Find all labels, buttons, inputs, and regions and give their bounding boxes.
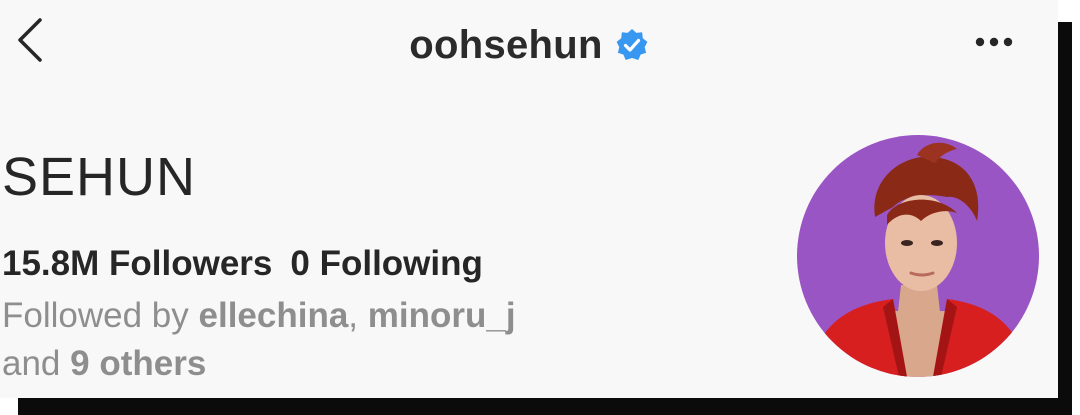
followed-by-and: and	[2, 344, 61, 383]
display-name: SEHUN	[2, 147, 197, 207]
following-count: 0	[290, 244, 310, 283]
profile-card: oohsehun SEHUN 15.8M Followers 0 Followin…	[0, 0, 1058, 398]
profile-header: oohsehun	[0, 22, 1058, 68]
card-shadow-bottom	[18, 398, 1072, 415]
followed-by-prefix: Followed by	[2, 296, 189, 335]
avatar[interactable]	[797, 135, 1039, 377]
followed-by-user[interactable]: minoru_j	[368, 296, 516, 335]
username: oohsehun	[409, 22, 603, 67]
followed-by-text[interactable]: Followed by ellechina, minoru_j and 9 oth…	[2, 292, 622, 388]
followed-by-user[interactable]: ellechina	[199, 296, 349, 335]
followers-link[interactable]: 15.8M Followers	[2, 244, 272, 283]
card-shadow-right	[1056, 22, 1072, 415]
followers-count: 15.8M	[2, 244, 100, 283]
verified-badge-icon	[616, 29, 648, 60]
more-options-button[interactable]	[966, 28, 1026, 56]
following-link[interactable]: 0 Following	[290, 244, 483, 283]
followers-label: Followers	[109, 244, 273, 283]
followed-by-others[interactable]: 9 others	[70, 344, 206, 383]
profile-photo	[797, 135, 1039, 377]
more-horizontal-icon	[975, 37, 1013, 47]
profile-stats: 15.8M Followers 0 Following	[2, 244, 501, 284]
following-label: Following	[319, 244, 483, 283]
